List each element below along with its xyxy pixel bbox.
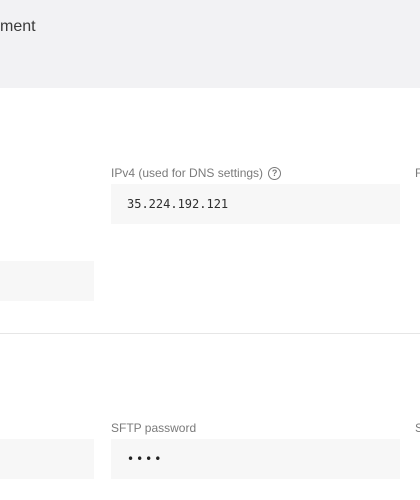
ipv4-field[interactable]: 35.224.192.121 [111, 184, 400, 224]
sftp-password-value: •••• [127, 452, 164, 466]
sftp-password-label: SFTP password [111, 421, 197, 435]
ipv4-label: IPv4 (used for DNS settings) ? [111, 166, 282, 180]
page-title: ment [0, 18, 36, 35]
right-column-label-2: S [415, 421, 420, 435]
right-column-label: F [415, 166, 420, 180]
ipv4-value: 35.224.192.121 [127, 197, 229, 211]
left-field[interactable] [0, 261, 94, 301]
ipv4-label-text: IPv4 (used for DNS settings) [111, 166, 264, 180]
sftp-left-field[interactable] [0, 439, 94, 479]
page-header: ment [0, 0, 420, 88]
help-circle-icon[interactable]: ? [268, 166, 282, 180]
section-divider [0, 333, 420, 334]
sftp-password-field[interactable]: •••• [111, 439, 400, 479]
